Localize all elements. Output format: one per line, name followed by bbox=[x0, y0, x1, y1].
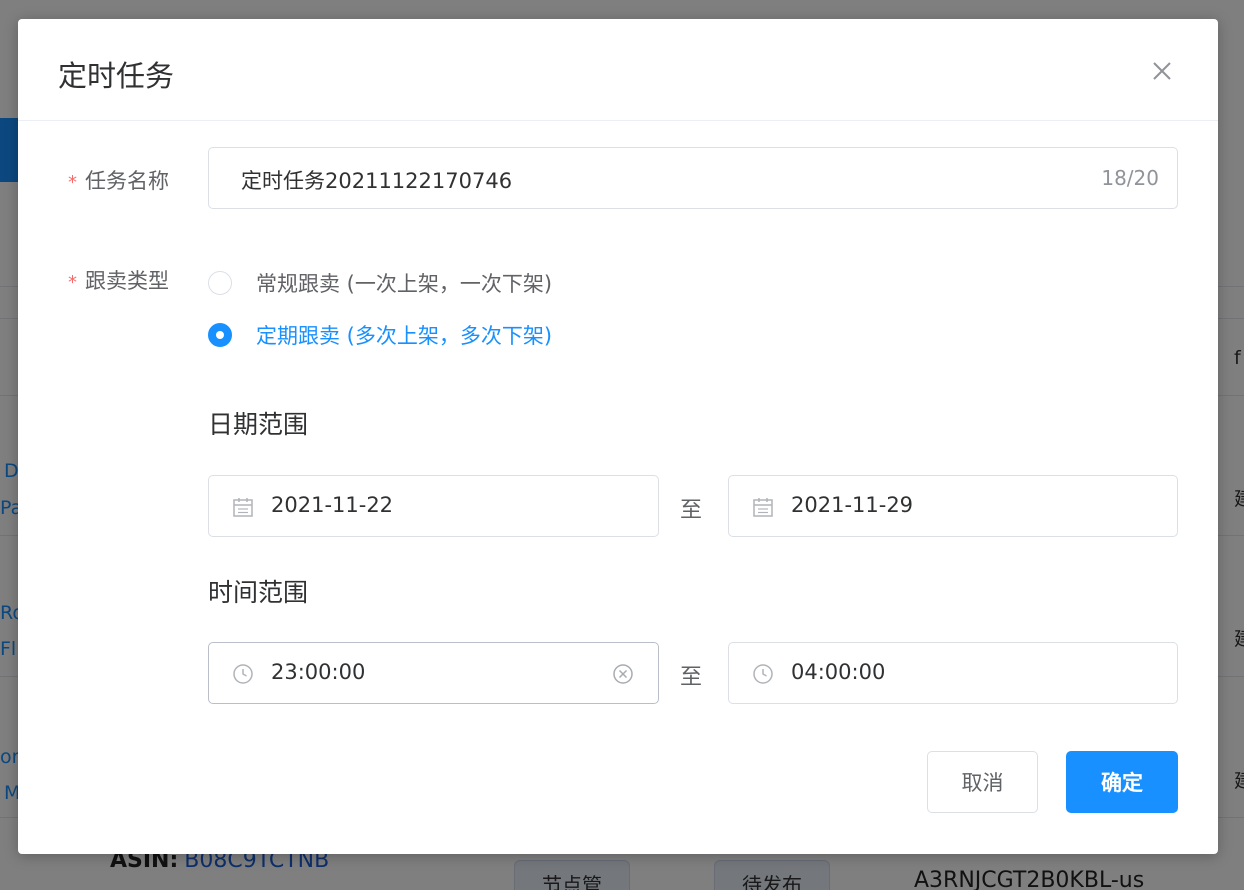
confirm-button[interactable]: 确定 bbox=[1066, 751, 1178, 813]
end-date-input[interactable]: 2021-11-29 bbox=[728, 475, 1178, 537]
follow-type-label: * 跟卖类型 bbox=[68, 269, 169, 293]
calendar-icon bbox=[753, 498, 773, 517]
dialog-title: 定时任务 bbox=[58, 59, 175, 93]
cancel-button[interactable]: 取消 bbox=[927, 751, 1038, 813]
close-icon[interactable] bbox=[1148, 57, 1176, 85]
start-date-input[interactable]: 2021-11-22 bbox=[208, 475, 659, 537]
task-name-value: 定时任务20211122170746 bbox=[241, 169, 513, 193]
radio-checked-icon[interactable] bbox=[208, 323, 232, 347]
radio-periodic-follow[interactable]: 定期跟卖 (多次上架，多次下架) bbox=[208, 320, 552, 350]
clock-icon bbox=[753, 664, 773, 684]
clock-icon bbox=[233, 664, 253, 684]
radio-regular-follow[interactable]: 常规跟卖 (一次上架，一次下架) bbox=[208, 268, 552, 298]
end-time-value: 04:00:00 bbox=[791, 660, 886, 684]
task-name-label: * 任务名称 bbox=[68, 169, 169, 193]
start-time-input[interactable]: 23:00:00 bbox=[208, 642, 659, 704]
clear-icon[interactable] bbox=[612, 663, 634, 685]
required-mark: * bbox=[68, 172, 77, 193]
end-date-value: 2021-11-29 bbox=[791, 493, 914, 517]
calendar-icon bbox=[233, 498, 253, 517]
task-name-input[interactable]: 定时任务20211122170746 18/20 bbox=[208, 147, 1178, 209]
date-range-separator: 至 bbox=[680, 498, 703, 523]
date-range-title: 日期范围 bbox=[208, 410, 309, 439]
required-mark: * bbox=[68, 272, 77, 293]
char-counter: 18/20 bbox=[1101, 166, 1159, 190]
scheduled-task-dialog: 定时任务 * 任务名称 定时任务20211122170746 18/20 * 跟卖类… bbox=[18, 19, 1218, 854]
end-time-input[interactable]: 04:00:00 bbox=[728, 642, 1178, 704]
time-range-title: 时间范围 bbox=[208, 578, 309, 607]
radio-icon[interactable] bbox=[208, 271, 232, 295]
time-range-separator: 至 bbox=[680, 665, 703, 690]
start-time-value: 23:00:00 bbox=[271, 660, 366, 684]
dialog-header: 定时任务 bbox=[18, 19, 1218, 121]
start-date-value: 2021-11-22 bbox=[271, 493, 394, 517]
